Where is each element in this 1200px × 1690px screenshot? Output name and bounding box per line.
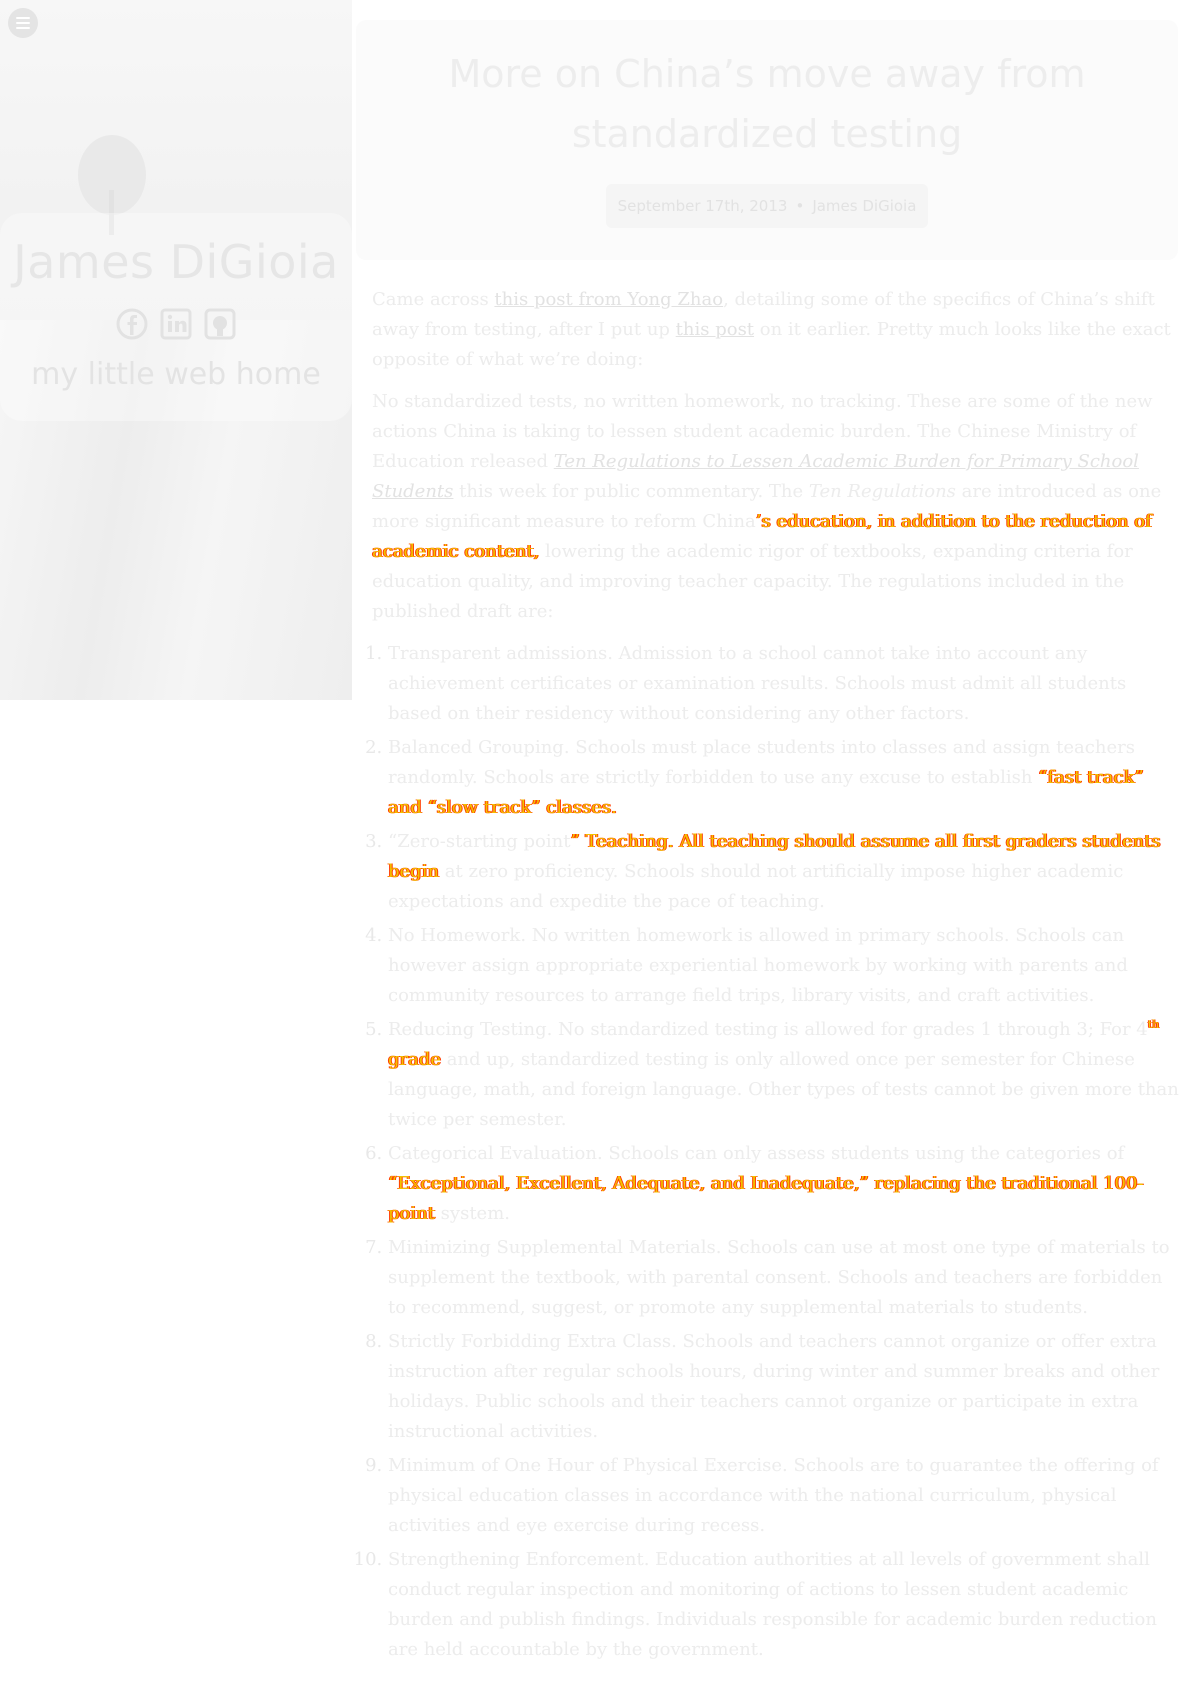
quote-paragraph: No standardized tests, no written homewo… [372, 391, 1162, 622]
list-item: Reducing Testing. No standardized testin… [388, 1015, 1180, 1135]
list-item: Strictly Forbidding Extra Class. Schools… [388, 1327, 1180, 1447]
profile-card: James DiGioia my little web home [0, 213, 352, 421]
highlighted-text: grade [388, 1049, 442, 1070]
post-title: More on China’s move away from standardi… [448, 52, 1086, 156]
post-content: Came across this post from Yong Zhao, de… [372, 285, 1180, 1669]
link-this-post[interactable]: this post [676, 319, 754, 340]
intro-paragraph: Came across this post from Yong Zhao, de… [372, 289, 1171, 370]
hamburger-menu-icon [16, 17, 30, 19]
sidebar: James DiGioia my little web home [0, 0, 352, 700]
link-yong-zhao-post[interactable]: this post from Yong Zhao [494, 289, 723, 310]
list-item: Balanced Grouping. Schools must place st… [388, 733, 1180, 823]
site-title[interactable]: James DiGioia [0, 235, 352, 289]
post-author[interactable]: James DiGioia [812, 197, 916, 215]
list-item: Categorical Evaluation. Schools can only… [388, 1139, 1180, 1229]
post-meta: September 17th, 2013 • James DiGioia [605, 184, 929, 228]
post-header: More on China’s move away from standardi… [356, 20, 1178, 260]
meta-separator: • [795, 197, 805, 215]
post-date: September 17th, 2013 [617, 197, 788, 215]
list-item: Transparent admissions. Admission to a s… [388, 639, 1180, 729]
list-item: Minimizing Supplemental Materials. Schoo… [388, 1233, 1180, 1323]
blockquote: No standardized tests, no written homewo… [372, 387, 1180, 1665]
github-icon[interactable] [203, 307, 237, 341]
social-links [0, 307, 352, 341]
regulations-list: Transparent admissions. Admission to a s… [372, 639, 1180, 1665]
list-item: No Homework. No written homework is allo… [388, 921, 1180, 1011]
linkedin-icon[interactable] [159, 307, 193, 341]
list-item: Strengthening Enforcement. Education aut… [388, 1545, 1180, 1665]
site-tagline: my little web home [31, 357, 321, 392]
facebook-icon[interactable] [115, 307, 149, 341]
list-item: Minimum of One Hour of Physical Exercise… [388, 1451, 1180, 1541]
list-item: “Zero-starting point” Teaching. All teac… [388, 827, 1180, 917]
menu-toggle-button[interactable] [8, 8, 38, 38]
